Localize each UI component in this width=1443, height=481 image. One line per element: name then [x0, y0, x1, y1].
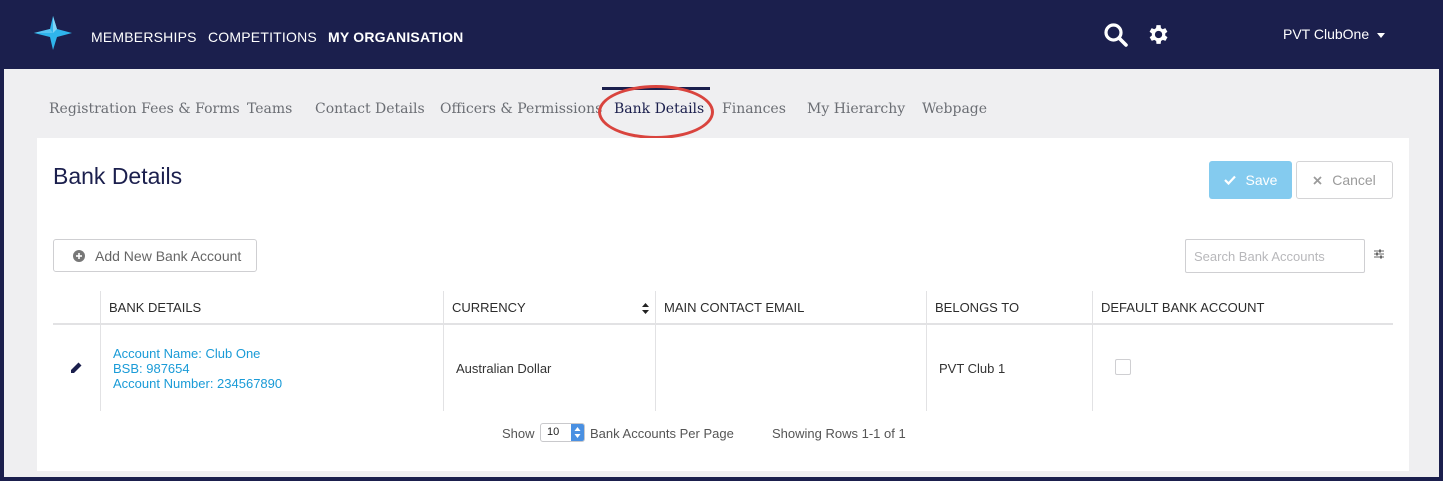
- bank-details-card: Bank Details Save Cancel Add New Bank Ac…: [37, 138, 1409, 471]
- currency-value: Australian Dollar: [456, 361, 552, 376]
- close-icon: [1313, 175, 1322, 185]
- cancel-button[interactable]: Cancel: [1296, 161, 1393, 199]
- default-checkbox[interactable]: [1115, 359, 1131, 375]
- cancel-label: Cancel: [1332, 172, 1376, 188]
- per-page-label: Bank Accounts Per Page: [590, 426, 734, 441]
- belongs-to-cell: PVT Club 1: [926, 325, 1092, 411]
- sort-icon[interactable]: [642, 303, 649, 314]
- save-button[interactable]: Save: [1209, 161, 1292, 199]
- add-label: Add New Bank Account: [95, 247, 242, 264]
- filter-sliders-icon[interactable]: [1373, 248, 1385, 260]
- bank-details-link[interactable]: Account Name: Club One BSB: 987654 Accou…: [113, 346, 282, 391]
- section-tabs: Registration Fees & Forms Teams Contact …: [4, 69, 1439, 139]
- user-name: PVT ClubOne: [1283, 26, 1370, 42]
- col-currency[interactable]: CURRENCY: [443, 291, 655, 325]
- nav-my-organisation[interactable]: MY ORGANISATION: [328, 29, 464, 45]
- tab-teams[interactable]: Teams: [247, 101, 292, 117]
- email-cell: [655, 325, 926, 411]
- table-header: BANK DETAILS CURRENCY MAIN CONTACT EMAIL…: [53, 291, 1393, 325]
- edit-cell: [53, 325, 100, 411]
- col-main-contact-email: MAIN CONTACT EMAIL: [655, 291, 926, 325]
- top-nav: MEMBERSHIPS COMPETITIONS MY ORGANISATION…: [0, 0, 1443, 69]
- bsb: BSB: 987654: [113, 361, 190, 376]
- plus-circle-icon: [73, 249, 85, 262]
- user-menu[interactable]: PVT ClubOne: [1283, 26, 1386, 42]
- tab-my-hierarchy[interactable]: My Hierarchy: [807, 101, 905, 117]
- rows-summary: Showing Rows 1-1 of 1: [772, 426, 906, 441]
- gear-icon[interactable]: [1145, 22, 1170, 47]
- tab-contact-details[interactable]: Contact Details: [315, 101, 425, 117]
- bank-details-cell: Account Name: Club One BSB: 987654 Accou…: [100, 325, 443, 411]
- page-title: Bank Details: [53, 163, 183, 189]
- page-content: Registration Fees & Forms Teams Contact …: [4, 69, 1439, 477]
- check-icon: [1223, 175, 1236, 185]
- currency-cell: Australian Dollar: [443, 325, 655, 411]
- stepper-arrows-icon: [571, 424, 584, 441]
- highlight-circle: [598, 85, 714, 139]
- per-page-select[interactable]: 10: [540, 423, 585, 442]
- col-default-bank-account: DEFAULT BANK ACCOUNT: [1092, 291, 1393, 325]
- nav-memberships[interactable]: MEMBERSHIPS: [91, 29, 197, 45]
- col-currency-label: CURRENCY: [452, 300, 526, 315]
- logo-star-icon[interactable]: [34, 16, 72, 50]
- table-row: Account Name: Club One BSB: 987654 Accou…: [53, 325, 1393, 411]
- pencil-icon[interactable]: [70, 362, 82, 374]
- tab-finances[interactable]: Finances: [722, 101, 786, 117]
- tab-officers-permissions[interactable]: Officers & Permissions: [440, 101, 602, 117]
- pagination: Show 10 Bank Accounts Per Page Showing R…: [37, 423, 1409, 446]
- add-bank-account-button[interactable]: Add New Bank Account: [53, 239, 257, 272]
- tab-registration-fees[interactable]: Registration Fees & Forms: [49, 101, 240, 117]
- account-number: Account Number: 234567890: [113, 376, 283, 391]
- col-belongs-to: BELONGS TO: [926, 291, 1092, 325]
- per-page-value: 10: [547, 426, 560, 438]
- search-icon[interactable]: [1103, 22, 1129, 48]
- show-label: Show: [502, 426, 535, 441]
- default-cell: [1092, 325, 1393, 411]
- belongs-to-value: PVT Club 1: [939, 361, 1006, 376]
- col-bank-details: BANK DETAILS: [100, 291, 443, 325]
- chevron-down-icon: [1377, 32, 1386, 38]
- bank-accounts-table: BANK DETAILS CURRENCY MAIN CONTACT EMAIL…: [53, 291, 1393, 411]
- nav-competitions[interactable]: COMPETITIONS: [208, 29, 317, 45]
- tab-webpage[interactable]: Webpage: [922, 101, 987, 117]
- save-label: Save: [1245, 172, 1278, 188]
- search-input[interactable]: [1185, 239, 1365, 273]
- account-name: Account Name: Club One: [113, 346, 261, 361]
